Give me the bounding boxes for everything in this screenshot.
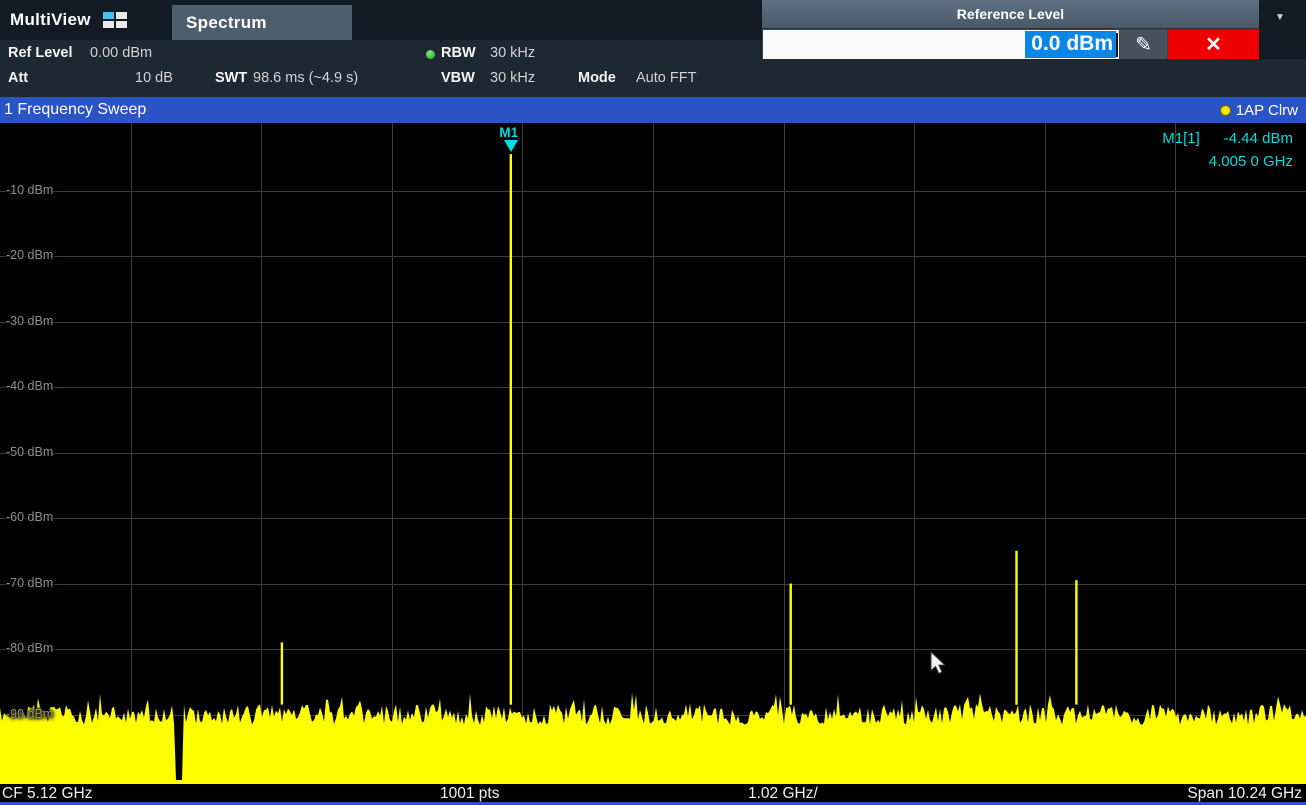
window-title: 1 Frequency Sweep (0, 101, 146, 119)
close-button[interactable]: ✕ (1168, 30, 1259, 59)
swt-label[interactable]: SWT (215, 70, 247, 86)
y-axis-tick-label: -10 dBm (6, 183, 53, 197)
signal-peak (1075, 580, 1077, 704)
y-axis-tick-label: -80 dBm (6, 641, 53, 655)
trace-indicator[interactable]: 1AP Clrw (1220, 97, 1298, 123)
window-title-bar[interactable]: 1 Frequency Sweep 1AP Clrw (0, 97, 1306, 123)
reference-level-input[interactable]: 0.0 dBm (763, 30, 1119, 59)
ref-level-value[interactable]: 0.00 dBm (90, 45, 152, 61)
vbw-label[interactable]: VBW (441, 70, 475, 86)
edit-button[interactable]: ✎ (1120, 30, 1167, 59)
span-readout[interactable]: Span 10.24 GHz (1187, 785, 1302, 803)
mode-label[interactable]: Mode (578, 70, 616, 86)
marker-m1-triangle-icon[interactable] (504, 140, 518, 152)
spectrum-analyzer-screen: MultiView Spectrum Ref Level 0.00 dBm RB… (0, 0, 1306, 805)
y-axis-tick-label: -40 dBm (6, 379, 53, 393)
reference-level-dialog: Reference Level 0.0 dBm ✎ ✕ (762, 0, 1259, 59)
y-axis-tick-label: -50 dBm (6, 445, 53, 459)
dialog-side-panel: ▼ (1259, 0, 1306, 59)
marker-m1-flag-label[interactable]: M1 (499, 125, 518, 140)
signal-peak (1015, 551, 1017, 705)
reference-level-input-value: 0.0 dBm (1025, 31, 1116, 58)
ref-level-label[interactable]: Ref Level (8, 45, 72, 61)
spectrum-trace-canvas (0, 123, 1306, 784)
rbw-value[interactable]: 30 kHz (490, 45, 535, 61)
chevron-down-icon[interactable]: ▼ (1275, 12, 1285, 23)
tab-multiview-label: MultiView (10, 10, 91, 30)
mode-value[interactable]: Auto FFT (636, 70, 696, 86)
close-icon: ✕ (1205, 32, 1222, 57)
att-value[interactable]: 10 dB (135, 70, 173, 86)
reference-level-dialog-title: Reference Level (762, 0, 1259, 29)
y-axis-tick-label: -20 dBm (6, 248, 53, 262)
signal-peak (790, 584, 792, 705)
marker-readout: M1[1] -4.44 dBm 4.005 0 GHz (1162, 127, 1293, 173)
y-axis-tick-label: -30 dBm (6, 314, 53, 328)
spectrum-plot-area[interactable]: -10 dBm -20 dBm -30 dBm -40 dBm -50 dBm -60 d… (0, 123, 1306, 784)
mouse-cursor (930, 651, 950, 677)
scale-per-division-readout[interactable]: 1.02 GHz/ (748, 785, 818, 803)
y-axis-tick-label: -70 dBm (6, 576, 53, 590)
pencil-icon: ✎ (1135, 32, 1152, 57)
signal-peak (281, 642, 283, 704)
y-axis-tick-label: -60 dBm (6, 510, 53, 524)
signal-peak (510, 154, 512, 705)
marker-name: M1[1] (1162, 127, 1200, 150)
multiview-grid-icon (103, 12, 127, 28)
center-frequency-readout[interactable]: CF 5.12 GHz (2, 785, 92, 803)
status-green-dot-icon (426, 50, 435, 59)
vbw-value[interactable]: 30 kHz (490, 70, 535, 86)
marker-level: -4.44 dBm (1224, 127, 1293, 150)
y-axis-tick-label: -90 dBm (6, 707, 53, 721)
tab-spectrum-label: Spectrum (186, 13, 267, 33)
text-caret (1116, 33, 1118, 57)
att-label[interactable]: Att (8, 70, 28, 86)
rbw-label[interactable]: RBW (441, 45, 476, 61)
marker-frequency: 4.005 0 GHz (1162, 150, 1293, 173)
trace-color-dot-icon (1220, 105, 1231, 116)
trace-indicator-label: 1AP Clrw (1236, 102, 1298, 119)
tab-spectrum[interactable]: Spectrum (172, 5, 352, 40)
sweep-points-readout[interactable]: 1001 pts (440, 785, 499, 803)
swt-value[interactable]: 98.6 ms (~4.9 s) (253, 70, 358, 86)
tab-multiview[interactable]: MultiView (0, 0, 170, 40)
